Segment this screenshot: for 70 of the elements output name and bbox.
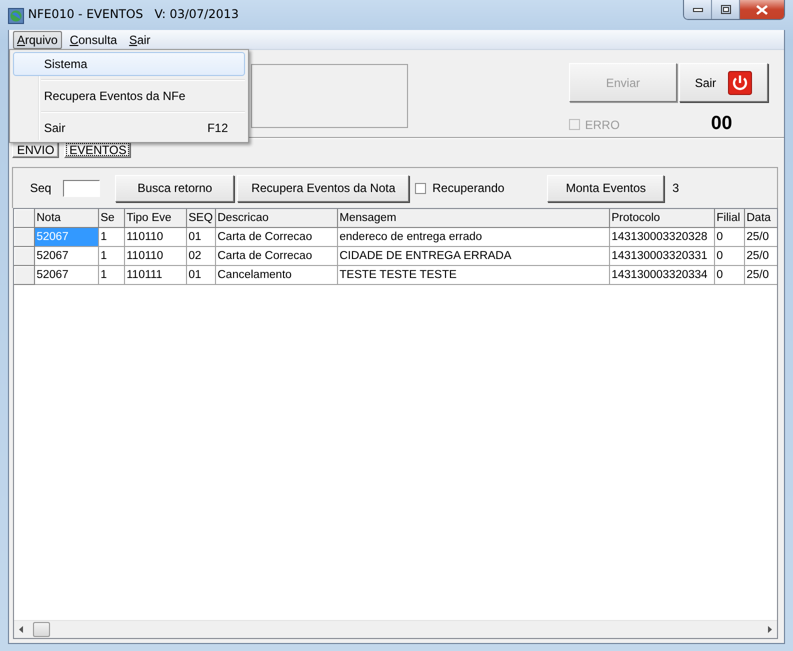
column-header[interactable]: Tipo Eve xyxy=(124,209,186,228)
build-events-button[interactable]: Monta Eventos xyxy=(547,174,664,202)
table-cell: 25/0 xyxy=(744,228,777,246)
power-icon xyxy=(728,70,752,94)
menu-item[interactable]: Consulta xyxy=(66,30,122,48)
table-cell: 0 xyxy=(714,266,744,284)
column-header[interactable]: Nota xyxy=(34,209,98,228)
column-header[interactable]: Mensagem xyxy=(337,209,609,228)
scroll-thumb[interactable] xyxy=(33,622,50,637)
seq-label: Seq xyxy=(30,181,52,195)
menu-option[interactable]: Sistema xyxy=(13,52,245,76)
table-cell: 110110 xyxy=(124,246,186,266)
table-cell: 143130003320334 xyxy=(609,266,714,284)
maximize-icon xyxy=(720,5,730,14)
column-header[interactable]: Filial xyxy=(714,209,744,228)
checkbox-label: ERRO xyxy=(585,118,620,132)
row-header[interactable] xyxy=(14,266,34,284)
table-cell: 02 xyxy=(186,246,215,266)
table-cell: 1 xyxy=(98,246,124,266)
fetch-return-button[interactable]: Busca retorno xyxy=(115,174,234,202)
table-cell: 110110 xyxy=(124,228,186,246)
close-button[interactable] xyxy=(740,0,784,19)
minimize-button[interactable] xyxy=(684,0,712,19)
scroll-left-icon[interactable] xyxy=(19,626,23,633)
table-cell: Carta de Correcao xyxy=(215,246,337,266)
table-cell: 25/0 xyxy=(744,246,777,266)
table-cell: 143130003320328 xyxy=(609,228,714,246)
maximize-button[interactable] xyxy=(712,0,740,19)
table-cell: 0 xyxy=(714,228,744,246)
window-title: NFE010 - EVENTOS V: 03/07/2013 xyxy=(28,7,239,21)
row-header xyxy=(14,209,34,228)
table-cell: endereco de entrega errado xyxy=(337,228,609,246)
table-cell: 01 xyxy=(186,266,215,284)
app-icon xyxy=(8,8,24,24)
column-header[interactable]: SEQ xyxy=(186,209,215,228)
table-cell: 1 xyxy=(98,228,124,246)
table-cell: 25/0 xyxy=(744,266,777,284)
table-cell: CIDADE DE ENTREGA ERRADA xyxy=(337,246,609,266)
seq-input[interactable] xyxy=(63,180,100,196)
column-header[interactable]: Se xyxy=(98,209,124,228)
checkbox[interactable] xyxy=(415,182,426,194)
horizontal-scrollbar[interactable] xyxy=(14,620,777,638)
counter: 00 xyxy=(710,112,734,136)
scroll-right-icon[interactable] xyxy=(768,626,772,633)
minimize-icon xyxy=(692,8,702,12)
table-cell: 110111 xyxy=(124,266,186,284)
menu-item[interactable]: Sair xyxy=(125,30,154,48)
table-cell: Cancelamento xyxy=(215,266,337,284)
menu-option[interactable]: Sair F12 xyxy=(13,116,245,140)
row-header[interactable] xyxy=(14,246,34,266)
table-cell: 52067 xyxy=(34,246,98,266)
table-cell: 01 xyxy=(186,228,215,246)
event-count: 3 xyxy=(672,181,680,195)
column-header[interactable]: Protocolo xyxy=(609,209,714,228)
table-cell: 143130003320331 xyxy=(609,246,714,266)
table-cell: 52067 xyxy=(34,266,98,284)
table-cell: 52067 xyxy=(34,228,98,246)
close-icon xyxy=(756,4,768,14)
exit-button[interactable]: Sair xyxy=(679,63,768,102)
checkbox-label: Recuperando xyxy=(432,181,504,195)
recover-events-button[interactable]: Recupera Eventos da Nota xyxy=(237,174,410,202)
table-cell: Carta de Correcao xyxy=(215,228,337,246)
menu-item[interactable]: Arquivo xyxy=(13,30,62,48)
table-cell: 0 xyxy=(714,246,744,266)
table-cell: TESTE TESTE TESTE xyxy=(337,266,609,284)
row-header[interactable] xyxy=(14,228,34,246)
menu-option[interactable]: Recupera Eventos da NFe xyxy=(13,84,245,108)
table-cell: 1 xyxy=(98,266,124,284)
column-header[interactable]: Data xyxy=(744,209,777,228)
column-header[interactable]: Descricao xyxy=(215,209,337,228)
